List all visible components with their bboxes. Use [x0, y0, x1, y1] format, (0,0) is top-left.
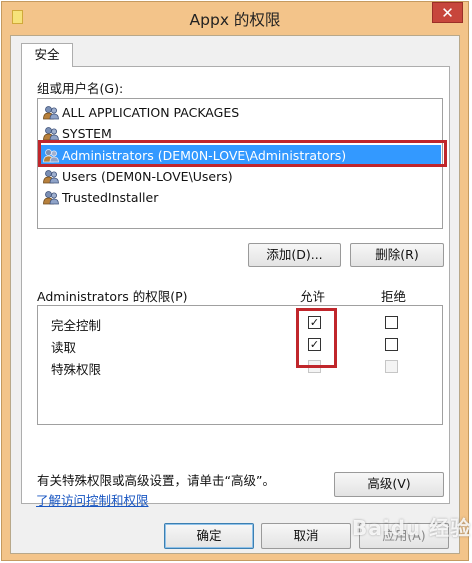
list-item-label: ALL APPLICATION PACKAGES [62, 105, 240, 120]
list-item-selected[interactable]: Administrators (DEM0N-LOVE\Administrator… [41, 145, 441, 166]
allow-special-checkbox [308, 360, 321, 373]
permissions-list: 完全控制 ✓ 读取 ✓ 特殊权限 [37, 305, 443, 425]
special-permissions-note: 有关特殊权限或高级设置，请单击“高级”。 [37, 473, 275, 488]
watermark: Baidu 经验 [352, 516, 472, 540]
window-title: Appx 的权限 [189, 11, 281, 29]
dialog-client-area: 安全 组或用户名(G): ALL APPLICATION PACKAGES SY… [10, 35, 460, 554]
users-icon [43, 149, 59, 163]
list-item[interactable]: SYSTEM [41, 123, 441, 144]
users-icon [43, 191, 59, 205]
users-icon [43, 170, 59, 184]
list-item[interactable]: ALL APPLICATION PACKAGES [41, 102, 441, 123]
list-item-label: SYSTEM [62, 126, 112, 141]
users-icon [43, 106, 59, 120]
cancel-button[interactable]: 取消 [261, 523, 351, 549]
permissions-header: Administrators 的权限(P) [37, 289, 188, 304]
tab-security[interactable]: 安全 [21, 43, 73, 67]
title-bar: Appx 的权限 ✕ [2, 2, 468, 35]
list-item[interactable]: TrustedInstaller [41, 187, 441, 208]
deny-special-checkbox [385, 360, 398, 373]
advanced-button[interactable]: 高级(V) [334, 472, 444, 497]
ok-button[interactable]: 确定 [164, 523, 254, 549]
permission-name: 读取 [51, 340, 77, 355]
remove-button[interactable]: 删除(R) [350, 243, 444, 267]
permissions-dialog: Appx 的权限 ✕ 安全 组或用户名(G): ALL APPLICATION … [1, 1, 472, 561]
permission-name: 完全控制 [51, 318, 102, 333]
deny-full-control-checkbox[interactable] [385, 316, 398, 329]
allow-read-checkbox[interactable]: ✓ [308, 338, 321, 351]
list-item-label: TrustedInstaller [62, 190, 159, 205]
security-tab-panel: 组或用户名(G): ALL APPLICATION PACKAGES SYSTE… [21, 66, 450, 504]
group-user-list[interactable]: ALL APPLICATION PACKAGES SYSTEM Administ… [37, 98, 443, 229]
deny-read-checkbox[interactable] [385, 338, 398, 351]
deny-column-header: 拒绝 [381, 289, 407, 304]
list-item[interactable]: Users (DEM0N-LOVE\Users) [41, 166, 441, 187]
allow-full-control-checkbox[interactable]: ✓ [308, 316, 321, 329]
help-link[interactable]: 了解访问控制和权限 [36, 490, 149, 509]
allow-column-header: 允许 [300, 289, 326, 304]
add-button[interactable]: 添加(D)... [248, 243, 341, 267]
list-item-label: Users (DEM0N-LOVE\Users) [62, 169, 233, 184]
list-item-label: Administrators (DEM0N-LOVE\Administrator… [62, 148, 347, 163]
groups-label: 组或用户名(G): [37, 81, 124, 96]
permission-name: 特殊权限 [51, 362, 102, 377]
close-button[interactable]: ✕ [432, 2, 463, 23]
users-icon [43, 127, 59, 141]
